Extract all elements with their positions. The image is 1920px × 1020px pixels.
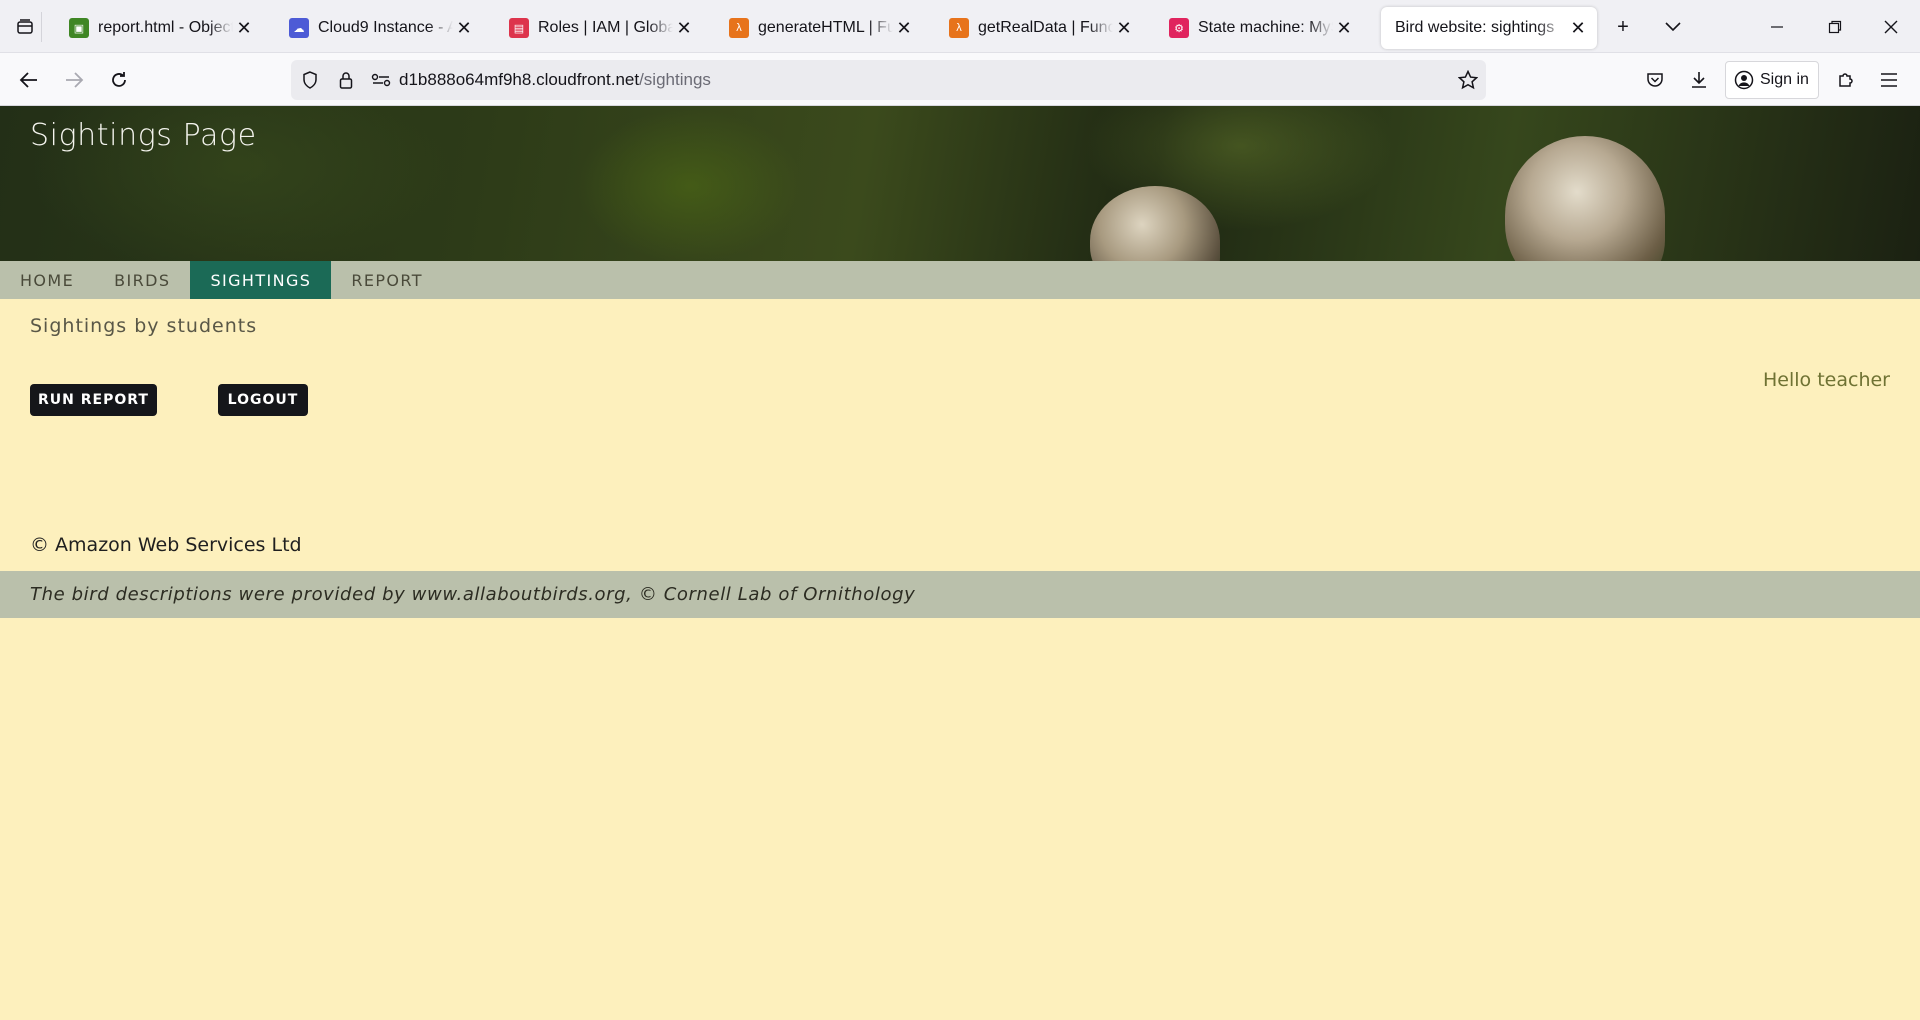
restore-icon [1828,20,1842,34]
plus-icon: + [1617,15,1629,38]
close-icon[interactable]: ✕ [453,18,475,39]
minimize-button[interactable] [1762,12,1792,42]
nav-item-birds[interactable]: BIRDS [94,261,190,299]
close-icon[interactable]: ✕ [1113,18,1135,39]
bookmark-star-icon[interactable] [1457,69,1479,95]
run-report-button[interactable]: RUN REPORT [30,384,157,416]
tab-cloud9[interactable]: ☁ Cloud9 Instance - AWS ✕ [275,7,483,49]
firefox-view-icon [16,19,33,34]
close-icon[interactable]: ✕ [1333,18,1355,39]
address-bar[interactable]: d1b888o64mf9h8.cloudfront.net/sightings [291,60,1486,100]
close-icon[interactable]: ✕ [893,18,915,39]
tab-title: Bird website: sightings [1395,19,1555,36]
close-window-button[interactable] [1876,12,1906,42]
close-icon[interactable]: ✕ [233,18,255,39]
firefox-view-button[interactable] [8,12,42,42]
cloud9-icon: ☁ [289,18,309,38]
close-icon[interactable]: ✕ [1567,18,1589,39]
lambda-icon: λ [729,18,749,38]
forward-button[interactable] [57,63,91,97]
new-tab-button[interactable]: + [1608,12,1638,42]
step-functions-icon: ⚙ [1169,18,1189,38]
url-host: d1b888o64mf9h8.cloudfront.net [399,70,640,89]
tab-title: Cloud9 Instance - AWS [318,19,453,36]
tab-bar: ▣ report.html - Object in ✕ ☁ Cloud9 Ins… [0,0,1920,53]
sign-in-label: Sign in [1760,71,1809,88]
tab-getrealdata[interactable]: λ getRealData | Function ✕ [935,7,1143,49]
footer-attribution: The bird descriptions were provided by w… [30,584,916,605]
nav-item-report[interactable]: REPORT [331,261,443,299]
download-icon [1692,72,1706,88]
reload-button[interactable] [102,63,136,97]
permissions-icon[interactable] [363,73,399,87]
navigation-toolbar: d1b888o64mf9h8.cloudfront.net/sightings … [0,53,1920,106]
arrow-right-icon [66,72,84,88]
chevron-down-icon [1665,22,1681,32]
section-subtitle: Sightings by students [30,315,258,337]
tab-state-machine[interactable]: ⚙ State machine: MyStat ✕ [1155,7,1363,49]
site-nav: HOME BIRDS SIGHTINGS REPORT [0,261,1920,299]
tab-title: report.html - Object in [98,19,233,36]
list-all-tabs-button[interactable] [1658,12,1688,42]
close-icon [1884,20,1898,34]
tab-bird-website[interactable]: Bird website: sightings ✕ [1381,7,1597,49]
back-button[interactable] [12,63,46,97]
user-greeting: Hello teacher [1763,369,1890,391]
tab-report-html[interactable]: ▣ report.html - Object in ✕ [55,7,263,49]
tab-iam-roles[interactable]: ▤ Roles | IAM | Global ✕ [495,7,703,49]
pocket-button[interactable] [1638,63,1672,97]
puzzle-icon [1839,73,1853,87]
banner-bird-image [1090,186,1220,261]
iam-icon: ▤ [509,18,529,38]
shield-icon[interactable] [291,71,329,89]
account-icon [1734,70,1754,90]
close-icon[interactable]: ✕ [673,18,695,39]
tab-title: getRealData | Function [978,19,1113,36]
footer: The bird descriptions were provided by w… [0,571,1920,618]
logout-button[interactable]: LOGOUT [218,384,308,416]
minimize-icon [1771,26,1783,28]
tab-title: generateHTML | Functi [758,19,893,36]
extensions-button[interactable] [1829,63,1863,97]
reload-icon [112,72,126,87]
url-path: /sightings [639,70,711,89]
downloads-button[interactable] [1682,63,1716,97]
copyright-text: © Amazon Web Services Ltd [30,534,302,556]
nav-item-home[interactable]: HOME [0,261,94,299]
tab-title: Roles | IAM | Global [538,19,673,36]
restore-button[interactable] [1820,12,1850,42]
lambda-icon: λ [949,18,969,38]
sign-in-button[interactable]: Sign in [1725,61,1819,99]
s3-bucket-icon: ▣ [69,18,89,38]
tab-title: State machine: MyStat [1198,19,1333,36]
hamburger-menu-icon [1881,73,1897,87]
pocket-icon [1647,73,1663,87]
lock-icon[interactable] [329,71,363,89]
page-title: Sightings Page [30,118,257,153]
banner-bird-image [1505,136,1665,261]
arrow-left-icon [19,72,37,88]
tab-generatehtml[interactable]: λ generateHTML | Functi ✕ [715,7,923,49]
app-menu-button[interactable] [1872,63,1906,97]
header-banner: Sightings Page [0,106,1920,261]
nav-item-sightings[interactable]: SIGHTINGS [190,261,332,299]
